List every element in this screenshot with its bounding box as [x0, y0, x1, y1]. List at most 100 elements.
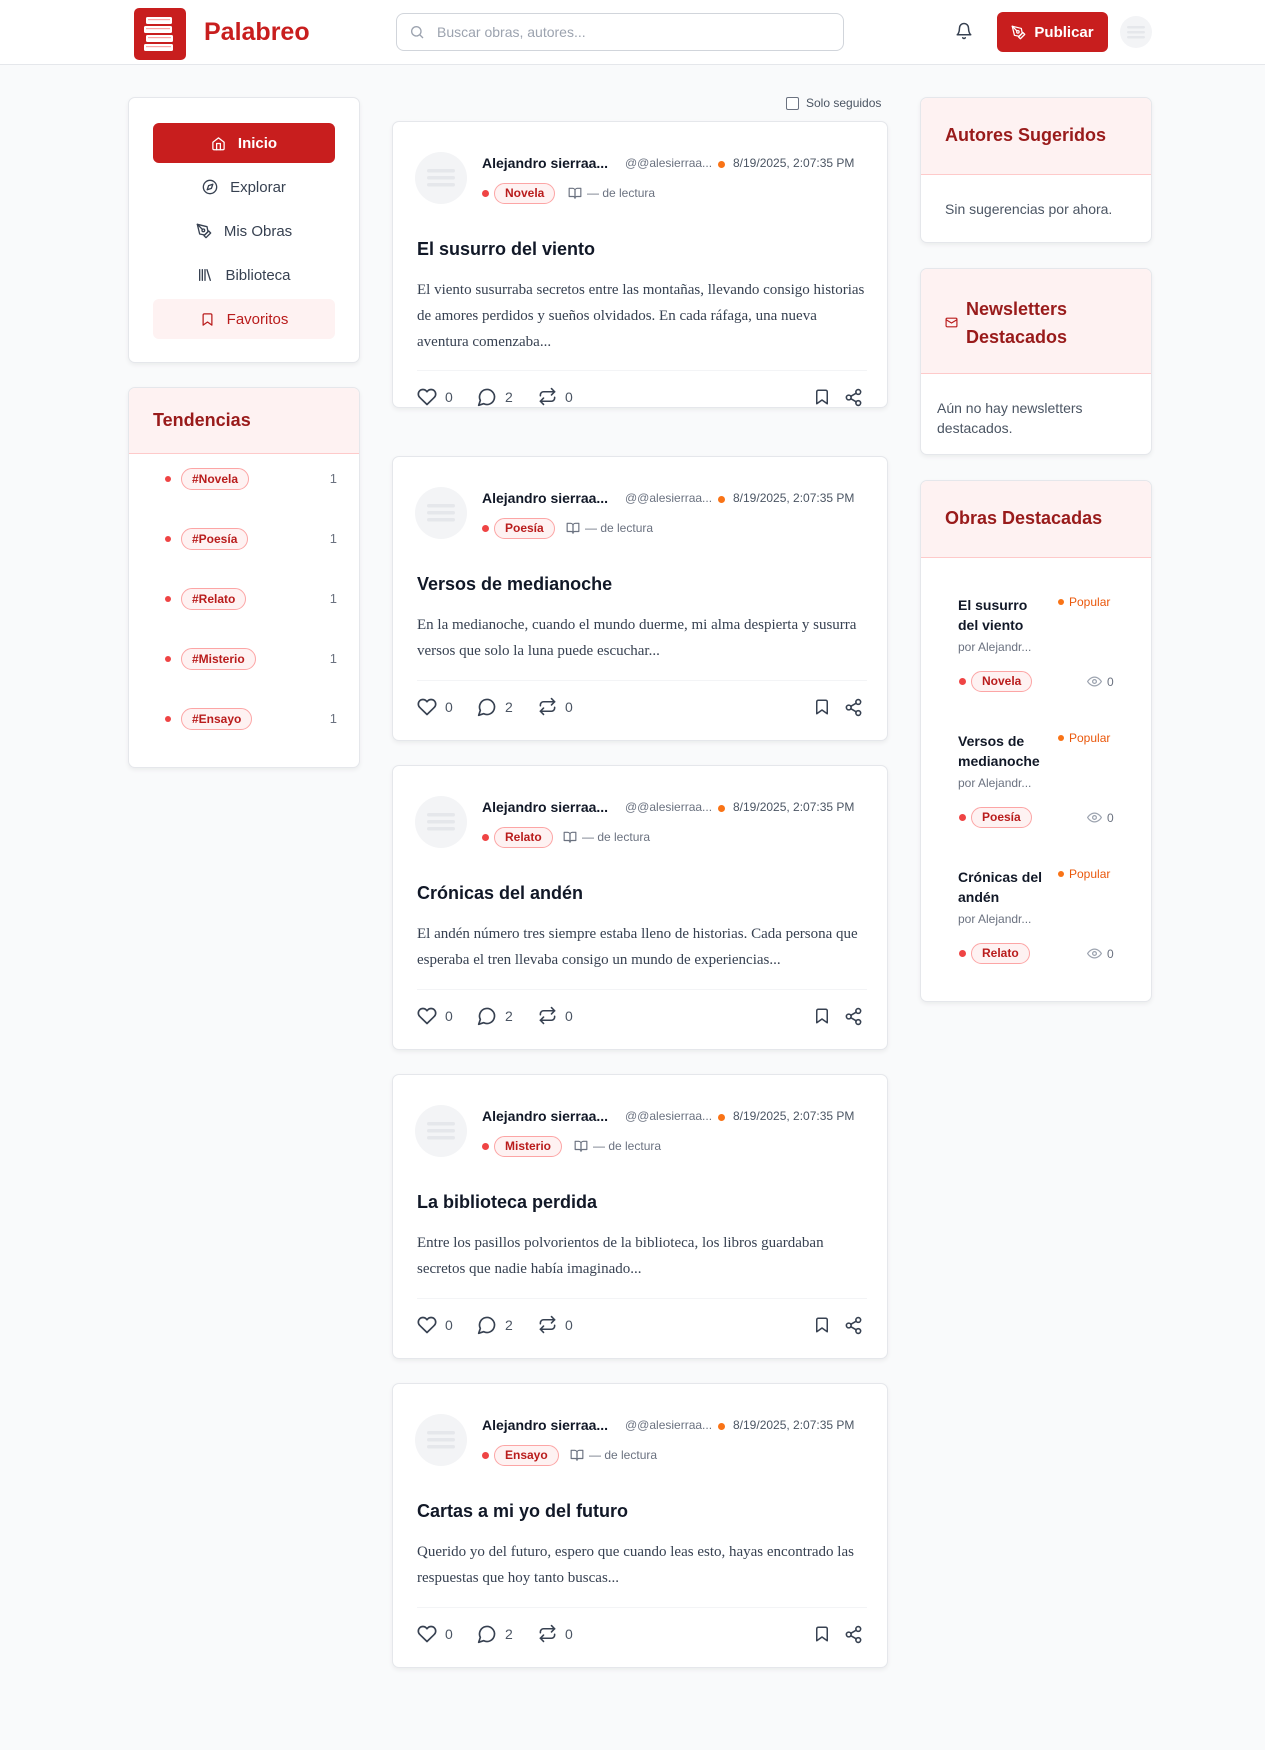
post-card: Alejandro sierraa... @@alesierraa... 8/1… — [392, 1383, 888, 1668]
genre-badge[interactable]: Relato — [971, 943, 1030, 964]
reading-time-label: — de lectura — [582, 830, 651, 844]
save-button[interactable] — [813, 1316, 831, 1334]
trend-tag[interactable]: #Ensayo — [181, 708, 253, 730]
share-button[interactable] — [844, 388, 863, 407]
top-header: Palabreo Publicar — [0, 0, 1265, 65]
post-title[interactable]: La biblioteca perdida — [417, 1192, 597, 1213]
repost-button[interactable]: 0 — [538, 1624, 573, 1643]
genre-badge[interactable]: Relato — [494, 827, 553, 848]
like-button[interactable]: 0 — [417, 1624, 453, 1644]
comment-button[interactable]: 2 — [477, 697, 513, 717]
post-title[interactable]: Crónicas del andén — [417, 883, 583, 904]
bookmark-icon — [202, 312, 213, 326]
author-handle[interactable]: @@alesierraa... — [625, 156, 712, 170]
genre-dot — [959, 814, 966, 821]
sidebar-item-explorar[interactable]: Explorar — [153, 167, 335, 207]
author-avatar[interactable] — [415, 796, 467, 848]
author-avatar[interactable] — [415, 487, 467, 539]
comment-button[interactable]: 2 — [477, 1624, 513, 1644]
user-avatar[interactable] — [1120, 16, 1152, 48]
genre-badge[interactable]: Novela — [494, 183, 556, 204]
comment-button[interactable]: 2 — [477, 1315, 513, 1335]
sidebar-item-biblioteca[interactable]: Biblioteca — [153, 255, 335, 295]
genre-badge[interactable]: Poesía — [494, 518, 555, 539]
author-avatar[interactable] — [415, 152, 467, 204]
trend-item[interactable]: #Ensayo 1 — [165, 708, 337, 730]
search-input[interactable] — [437, 14, 837, 50]
reading-time: — de lectura — [570, 1448, 657, 1462]
featured-work-title[interactable]: El susurro del viento — [958, 595, 1048, 635]
search-icon — [411, 26, 424, 39]
trend-item[interactable]: #Poesía 1 — [165, 528, 337, 550]
books-stack-icon — [144, 17, 173, 51]
sidebar-item-mis-obras[interactable]: Mis Obras — [153, 211, 335, 251]
trends-card: Tendencias #Novela 1 #Poesía 1 #Relato 1… — [128, 387, 360, 768]
post-date: 8/19/2025, 2:07:35 PM — [733, 1418, 855, 1432]
author-name[interactable]: Alejandro sierraa... — [482, 1417, 608, 1433]
comment-button[interactable]: 2 — [477, 387, 513, 407]
comment-button[interactable]: 2 — [477, 1006, 513, 1026]
brand-name[interactable]: Palabreo — [204, 16, 310, 48]
trend-item[interactable]: #Misterio 1 — [165, 648, 337, 670]
views-counter: 0 — [1087, 810, 1114, 825]
sidebar-item-inicio[interactable]: Inicio — [153, 123, 335, 163]
repost-button[interactable]: 0 — [538, 1006, 573, 1025]
open-book-icon — [570, 1449, 584, 1461]
share-icon — [845, 1625, 862, 1644]
genre-badge[interactable]: Ensayo — [494, 1445, 559, 1466]
author-avatar[interactable] — [415, 1414, 467, 1466]
share-button[interactable] — [844, 698, 863, 717]
search-box[interactable] — [396, 13, 844, 51]
reading-time-label: — de lectura — [587, 186, 656, 200]
post-title[interactable]: Versos de medianoche — [417, 574, 612, 595]
sidebar-item-favoritos[interactable]: Favoritos — [153, 299, 335, 339]
like-button[interactable]: 0 — [417, 387, 453, 407]
trend-tag[interactable]: #Relato — [181, 588, 247, 610]
trend-tag[interactable]: #Novela — [181, 468, 250, 490]
author-handle[interactable]: @@alesierraa... — [625, 1109, 712, 1123]
author-name[interactable]: Alejandro sierraa... — [482, 490, 608, 506]
comment-icon — [477, 1625, 496, 1644]
share-button[interactable] — [844, 1625, 863, 1644]
followed-only-filter[interactable]: Solo seguidos — [786, 96, 881, 110]
post-title[interactable]: Cartas a mi yo del futuro — [417, 1501, 628, 1522]
author-name[interactable]: Alejandro sierraa... — [482, 799, 608, 815]
notifications-button[interactable] — [955, 22, 973, 40]
like-button[interactable]: 0 — [417, 1006, 453, 1026]
publish-button[interactable]: Publicar — [997, 12, 1108, 52]
featured-work-title[interactable]: Crónicas del andén — [958, 867, 1048, 907]
trend-tag[interactable]: #Poesía — [181, 528, 249, 550]
trend-item[interactable]: #Novela 1 — [165, 468, 337, 490]
like-button[interactable]: 0 — [417, 697, 453, 717]
share-button[interactable] — [844, 1007, 863, 1026]
trend-tag[interactable]: #Misterio — [181, 648, 256, 670]
post-title[interactable]: El susurro del viento — [417, 239, 595, 260]
save-button[interactable] — [813, 1007, 831, 1025]
author-name[interactable]: Alejandro sierraa... — [482, 155, 608, 171]
featured-work-title[interactable]: Versos de medianoche — [958, 731, 1048, 771]
home-icon — [212, 136, 225, 150]
share-icon — [845, 698, 862, 717]
share-button[interactable] — [844, 1316, 863, 1335]
genre-badge[interactable]: Poesía — [971, 807, 1032, 828]
author-handle[interactable]: @@alesierraa... — [625, 800, 712, 814]
genre-badge[interactable]: Misterio — [494, 1136, 563, 1157]
save-button[interactable] — [813, 388, 831, 406]
trend-dot — [165, 596, 171, 602]
genre-badge[interactable]: Novela — [971, 671, 1033, 692]
author-handle[interactable]: @@alesierraa... — [625, 491, 712, 505]
like-button[interactable]: 0 — [417, 1315, 453, 1335]
followed-only-checkbox[interactable] — [786, 96, 799, 110]
heart-icon — [417, 1625, 437, 1643]
author-avatar[interactable] — [415, 1105, 467, 1157]
trend-item[interactable]: #Relato 1 — [165, 588, 337, 610]
author-handle[interactable]: @@alesierraa... — [625, 1418, 712, 1432]
repost-button[interactable]: 0 — [538, 387, 573, 406]
repost-button[interactable]: 0 — [538, 1315, 573, 1334]
save-button[interactable] — [813, 1625, 831, 1643]
repost-button[interactable]: 0 — [538, 697, 573, 716]
views-counter: 0 — [1087, 674, 1114, 689]
author-name[interactable]: Alejandro sierraa... — [482, 1108, 608, 1124]
save-button[interactable] — [813, 698, 831, 716]
palabreo-logo[interactable] — [134, 8, 186, 60]
